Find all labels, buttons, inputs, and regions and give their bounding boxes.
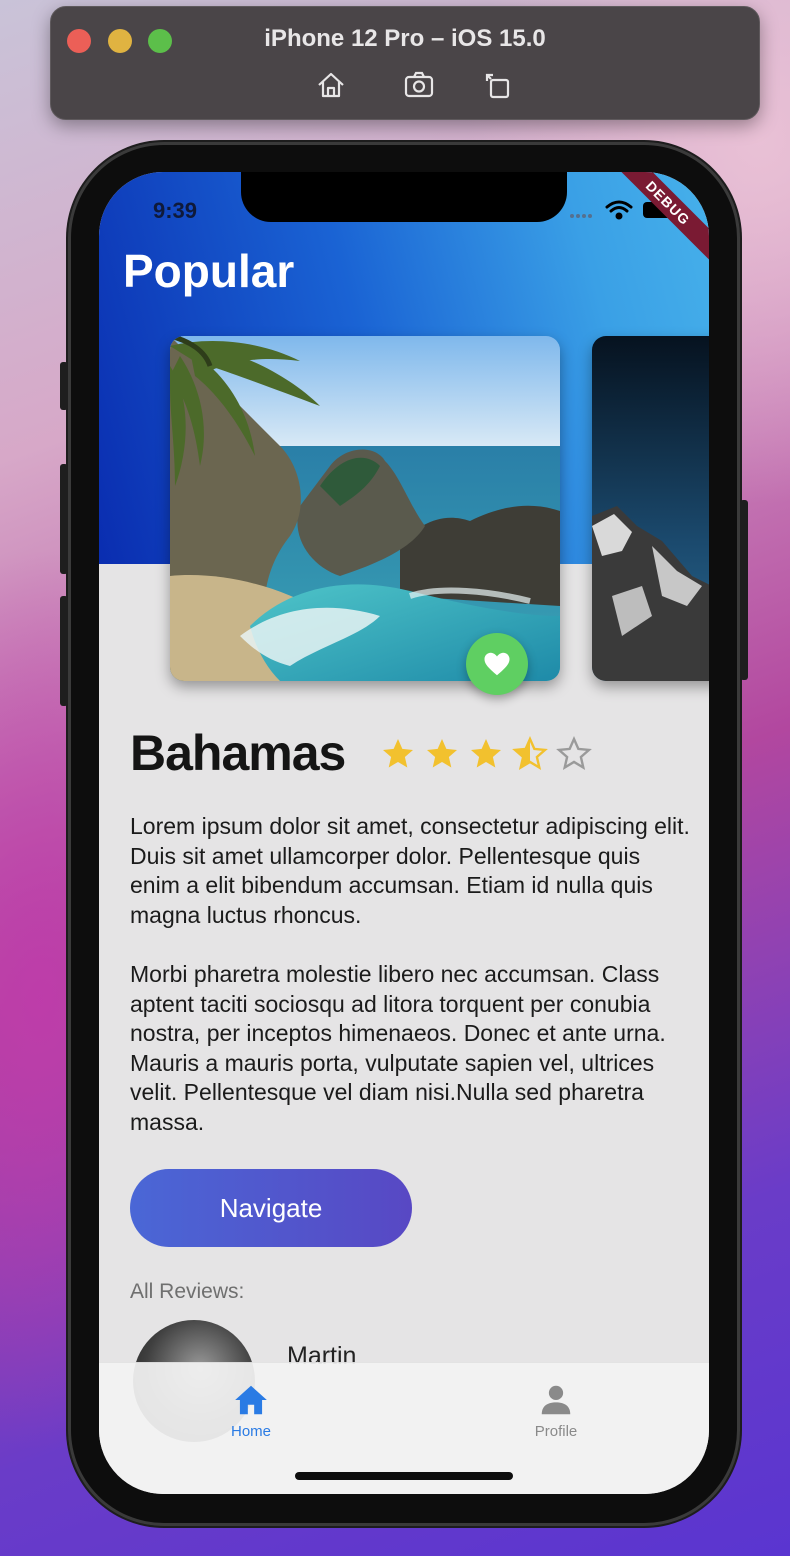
mute-switch <box>60 362 68 410</box>
tab-profile-label: Profile <box>534 1423 578 1440</box>
navigate-button[interactable]: Navigate <box>130 1169 412 1247</box>
reviews-label: All Reviews: <box>130 1280 245 1303</box>
heart-icon <box>484 652 510 676</box>
place-card-next-image[interactable] <box>592 336 709 681</box>
wifi-icon <box>605 200 633 220</box>
tab-profile[interactable]: Profile <box>496 1381 616 1440</box>
star-filled-icon <box>471 739 501 768</box>
description-paragraph: Morbi pharetra molestie libero nec accum… <box>130 960 666 1135</box>
tab-home[interactable]: Home <box>191 1381 311 1440</box>
volume-down-button <box>60 596 68 706</box>
status-time: 9:39 <box>153 198 198 223</box>
signal-dots-icon <box>570 214 592 218</box>
place-description: Lorem ipsum dolor sit amet, consectetur … <box>130 812 690 1167</box>
home-indicator <box>295 1472 513 1480</box>
star-half-icon <box>512 736 548 770</box>
volume-up-button <box>60 464 68 574</box>
place-card-image[interactable] <box>170 336 560 681</box>
star-filled-icon <box>427 739 457 768</box>
star-filled-icon <box>383 739 413 768</box>
power-button <box>740 500 748 680</box>
rating-stars <box>380 736 592 772</box>
screenshot-icon[interactable] <box>401 67 437 103</box>
simulator-title-bar: iPhone 12 Pro – iOS 15.0 <box>50 6 760 120</box>
page-title: Popular <box>123 245 295 297</box>
simulator-title: iPhone 12 Pro – iOS 15.0 <box>264 25 546 52</box>
person-icon <box>541 1385 571 1415</box>
app-screen: 9:39 DEBUG Popular Bahamas Lorem ipsum d… <box>99 172 709 1494</box>
home-icon[interactable] <box>313 67 349 103</box>
tab-home-label: Home <box>230 1423 271 1440</box>
home-icon <box>235 1385 267 1415</box>
rotate-icon[interactable] <box>479 67 515 103</box>
star-empty-icon <box>556 736 592 770</box>
description-paragraph: Lorem ipsum dolor sit amet, consectetur … <box>130 813 690 928</box>
place-name: Bahamas <box>130 725 346 781</box>
notch <box>241 172 567 222</box>
favorite-button[interactable] <box>466 633 528 695</box>
